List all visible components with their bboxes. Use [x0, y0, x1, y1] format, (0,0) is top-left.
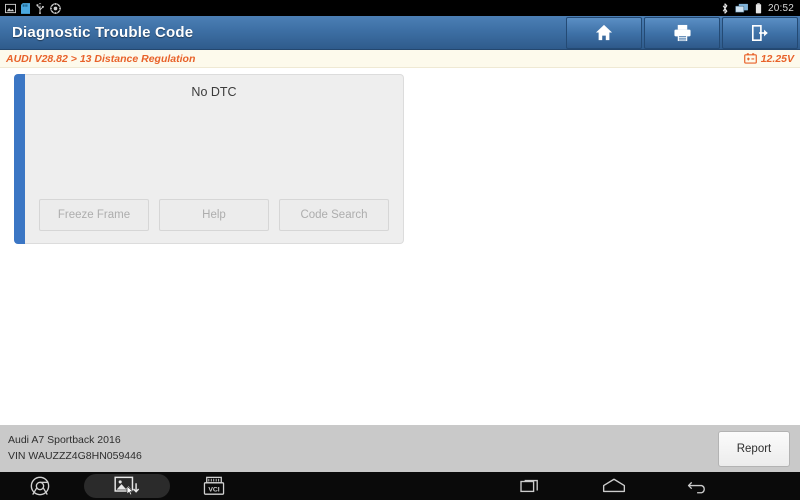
voltage-indicator: 12.25V	[743, 52, 800, 65]
vehicle-info: Audi A7 Sportback 2016 VIN WAUZZZ4G8HN05…	[0, 433, 142, 463]
diagnostic-app-window: 20:52 Diagnostic Trouble Code AUDI V28.8…	[0, 0, 800, 500]
status-bar-left-icons	[0, 2, 61, 14]
dtc-panel-body: No DTC Freeze Frame Help Code Search	[25, 74, 404, 244]
home-icon	[602, 478, 626, 493]
sd-card-icon	[21, 2, 30, 14]
usb-icon	[36, 2, 44, 14]
no-dtc-message: No DTC	[191, 85, 237, 99]
svg-text:VCI: VCI	[208, 486, 219, 493]
browser-button[interactable]	[0, 472, 80, 500]
bluetooth-icon	[722, 2, 728, 14]
android-nav-bar: VCI	[0, 472, 800, 500]
help-button[interactable]: Help	[159, 199, 269, 231]
status-bar-clock: 20:52	[767, 2, 794, 14]
battery-voltage-icon	[743, 53, 757, 64]
dtc-result-panel: No DTC Freeze Frame Help Code Search	[14, 74, 404, 244]
voltage-value: 12.25V	[760, 52, 794, 65]
recents-icon	[520, 479, 538, 493]
screen-capture-icon	[114, 476, 140, 496]
home-button[interactable]	[566, 16, 642, 49]
code-search-button[interactable]: Code Search	[279, 199, 389, 231]
settings-icon	[50, 2, 61, 14]
nav-app-shortcuts: VCI	[0, 472, 254, 500]
app-title-bar: Diagnostic Trouble Code	[0, 16, 800, 50]
print-button[interactable]	[644, 16, 720, 49]
vehicle-vin: VIN WAUZZZ4G8HN059446	[8, 449, 142, 462]
android-status-bar: 20:52	[0, 0, 800, 16]
status-bar-right-icons: 20:52	[721, 3, 800, 14]
nav-system-buttons	[488, 472, 800, 500]
screen-capture-button[interactable]	[84, 474, 170, 498]
screen-cast-icon	[735, 3, 748, 12]
recents-button[interactable]	[488, 472, 572, 500]
vci-button[interactable]: VCI	[174, 472, 254, 500]
page-title: Diagnostic Trouble Code	[12, 24, 194, 41]
home-button-nav[interactable]	[572, 472, 656, 500]
battery-icon	[755, 2, 762, 13]
home-icon	[595, 24, 613, 41]
main-content-area: No DTC Freeze Frame Help Code Search	[0, 68, 800, 425]
dtc-action-buttons: Freeze Frame Help Code Search	[39, 199, 389, 231]
exit-icon	[751, 24, 768, 41]
vci-icon: VCI	[203, 476, 225, 495]
browser-icon	[30, 476, 50, 496]
freeze-frame-button[interactable]: Freeze Frame	[39, 199, 149, 231]
report-button[interactable]: Report	[718, 430, 790, 467]
printer-icon	[673, 24, 691, 41]
back-icon	[687, 481, 705, 494]
breadcrumb: AUDI V28.82 > 13 Distance Regulation	[6, 52, 196, 65]
panel-accent-bar	[14, 74, 25, 244]
exit-button[interactable]	[722, 16, 798, 49]
vehicle-name: Audi A7 Sportback 2016	[8, 434, 121, 447]
vehicle-info-footer: Audi A7 Sportback 2016 VIN WAUZZZ4G8HN05…	[0, 425, 800, 472]
back-button[interactable]	[656, 472, 740, 500]
breadcrumb-bar: AUDI V28.82 > 13 Distance Regulation 12.…	[0, 50, 800, 68]
title-bar-actions	[564, 16, 800, 50]
screenshot-icon	[5, 3, 16, 13]
